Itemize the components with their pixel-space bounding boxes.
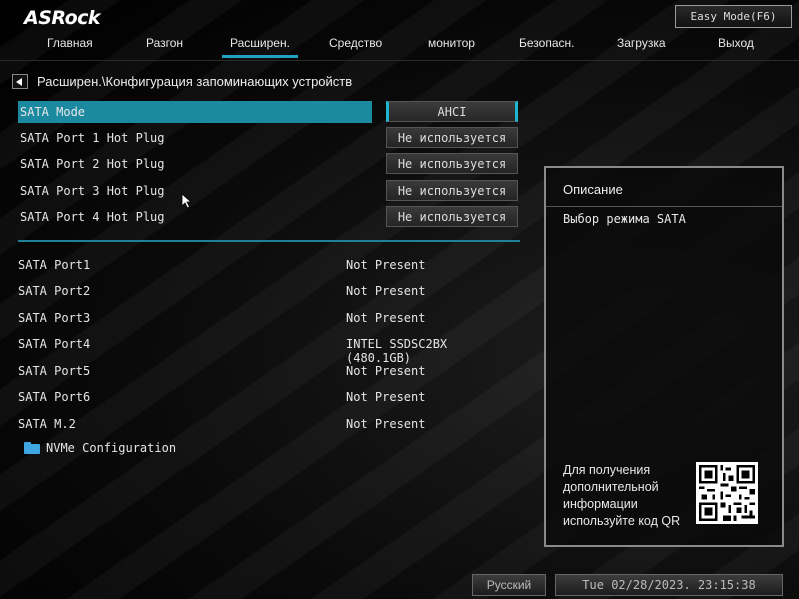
asrock-logo: ASRock [24,7,101,29]
info-row-sata-port6: SATA Port6 Not Present [18,387,518,407]
nvme-configuration-link[interactable]: NVMe Configuration [24,441,176,455]
info-value: Not Present [346,284,426,298]
info-row-sata-m2: SATA M.2 Not Present [18,414,518,434]
info-row-sata-port3: SATA Port3 Not Present [18,308,518,328]
option-value-button[interactable]: Не используется [386,127,518,148]
option-label: SATA Port 3 Hot Plug [20,184,165,198]
section-divider [18,240,520,242]
qr-code-icon [696,462,758,524]
tab-advanced[interactable]: Расширен. [222,36,298,58]
folder-icon [24,442,40,454]
option-sata-port1-hotplug[interactable]: SATA Port 1 Hot Plug Не используется [18,127,520,149]
info-label: SATA Port1 [18,258,91,272]
option-sata-port3-hotplug[interactable]: SATA Port 3 Hot Plug Не используется [18,180,520,202]
nvme-configuration-label: NVMe Configuration [46,441,177,455]
tab-boot[interactable]: Загрузка [617,36,666,50]
qr-help-text: Для получения дополнительной информации … [563,463,681,528]
option-label: SATA Port 4 Hot Plug [20,210,165,224]
header-divider [0,60,799,61]
info-value: Not Present [346,258,426,272]
option-sata-port2-hotplug[interactable]: SATA Port 2 Hot Plug Не используется [18,153,520,175]
info-label: SATA Port6 [18,390,91,404]
tab-main[interactable]: Главная [47,36,93,50]
description-panel: Описание Выбор режима SATA Для получения… [544,166,784,547]
info-label: SATA Port3 [18,311,91,325]
tab-exit[interactable]: Выход [718,36,754,50]
info-row-sata-port1: SATA Port1 Not Present [18,255,518,275]
description-title: Описание [563,182,623,197]
info-row-sata-port5: SATA Port5 Not Present [18,361,518,381]
datetime-display: Tue 02/28/2023. 23:15:38 [555,574,783,596]
option-label: SATA Port 2 Hot Plug [20,157,165,171]
option-value-button[interactable]: AHCI [386,101,518,122]
option-label: SATA Port 1 Hot Plug [20,131,165,145]
language-button[interactable]: Русский [472,574,546,596]
info-label: SATA Port5 [18,364,91,378]
info-value: Not Present [346,390,426,404]
tab-monitor[interactable]: монитор [428,36,475,50]
option-value-button[interactable]: Не используется [386,153,518,174]
back-arrow-icon[interactable] [12,74,28,89]
info-row-sata-port2: SATA Port2 Not Present [18,281,518,301]
breadcrumb-path: Расширен.\Конфигурация запоминающих устр… [37,74,353,89]
info-row-sata-port4: SATA Port4 INTEL SSDSC2BX (480.1GB) [18,334,518,365]
description-text: Выбор режима SATA [563,212,686,226]
info-value: Not Present [346,364,426,378]
option-value-button[interactable]: Не используется [386,180,518,201]
tab-security[interactable]: Безопасн. [519,36,574,50]
option-sata-mode[interactable]: SATA Mode AHCI [18,101,520,123]
info-value: Not Present [346,311,426,325]
tab-overclock[interactable]: Разгон [146,36,183,50]
easy-mode-button[interactable]: Easy Mode(F6) [675,5,792,28]
option-label: SATA Mode [20,105,86,119]
info-label: SATA Port4 [18,337,91,351]
top-navigation: Главная Разгон Расширен. Средство монито… [0,36,799,58]
option-sata-port4-hotplug[interactable]: SATA Port 4 Hot Plug Не используется [18,206,520,228]
info-label: SATA Port2 [18,284,91,298]
description-divider [546,206,782,207]
info-value: Not Present [346,417,426,431]
option-value-button[interactable]: Не используется [386,206,518,227]
info-label: SATA M.2 [18,417,76,431]
tab-tool[interactable]: Средство [329,36,382,50]
breadcrumb: Расширен.\Конфигурация запоминающих устр… [12,74,352,89]
